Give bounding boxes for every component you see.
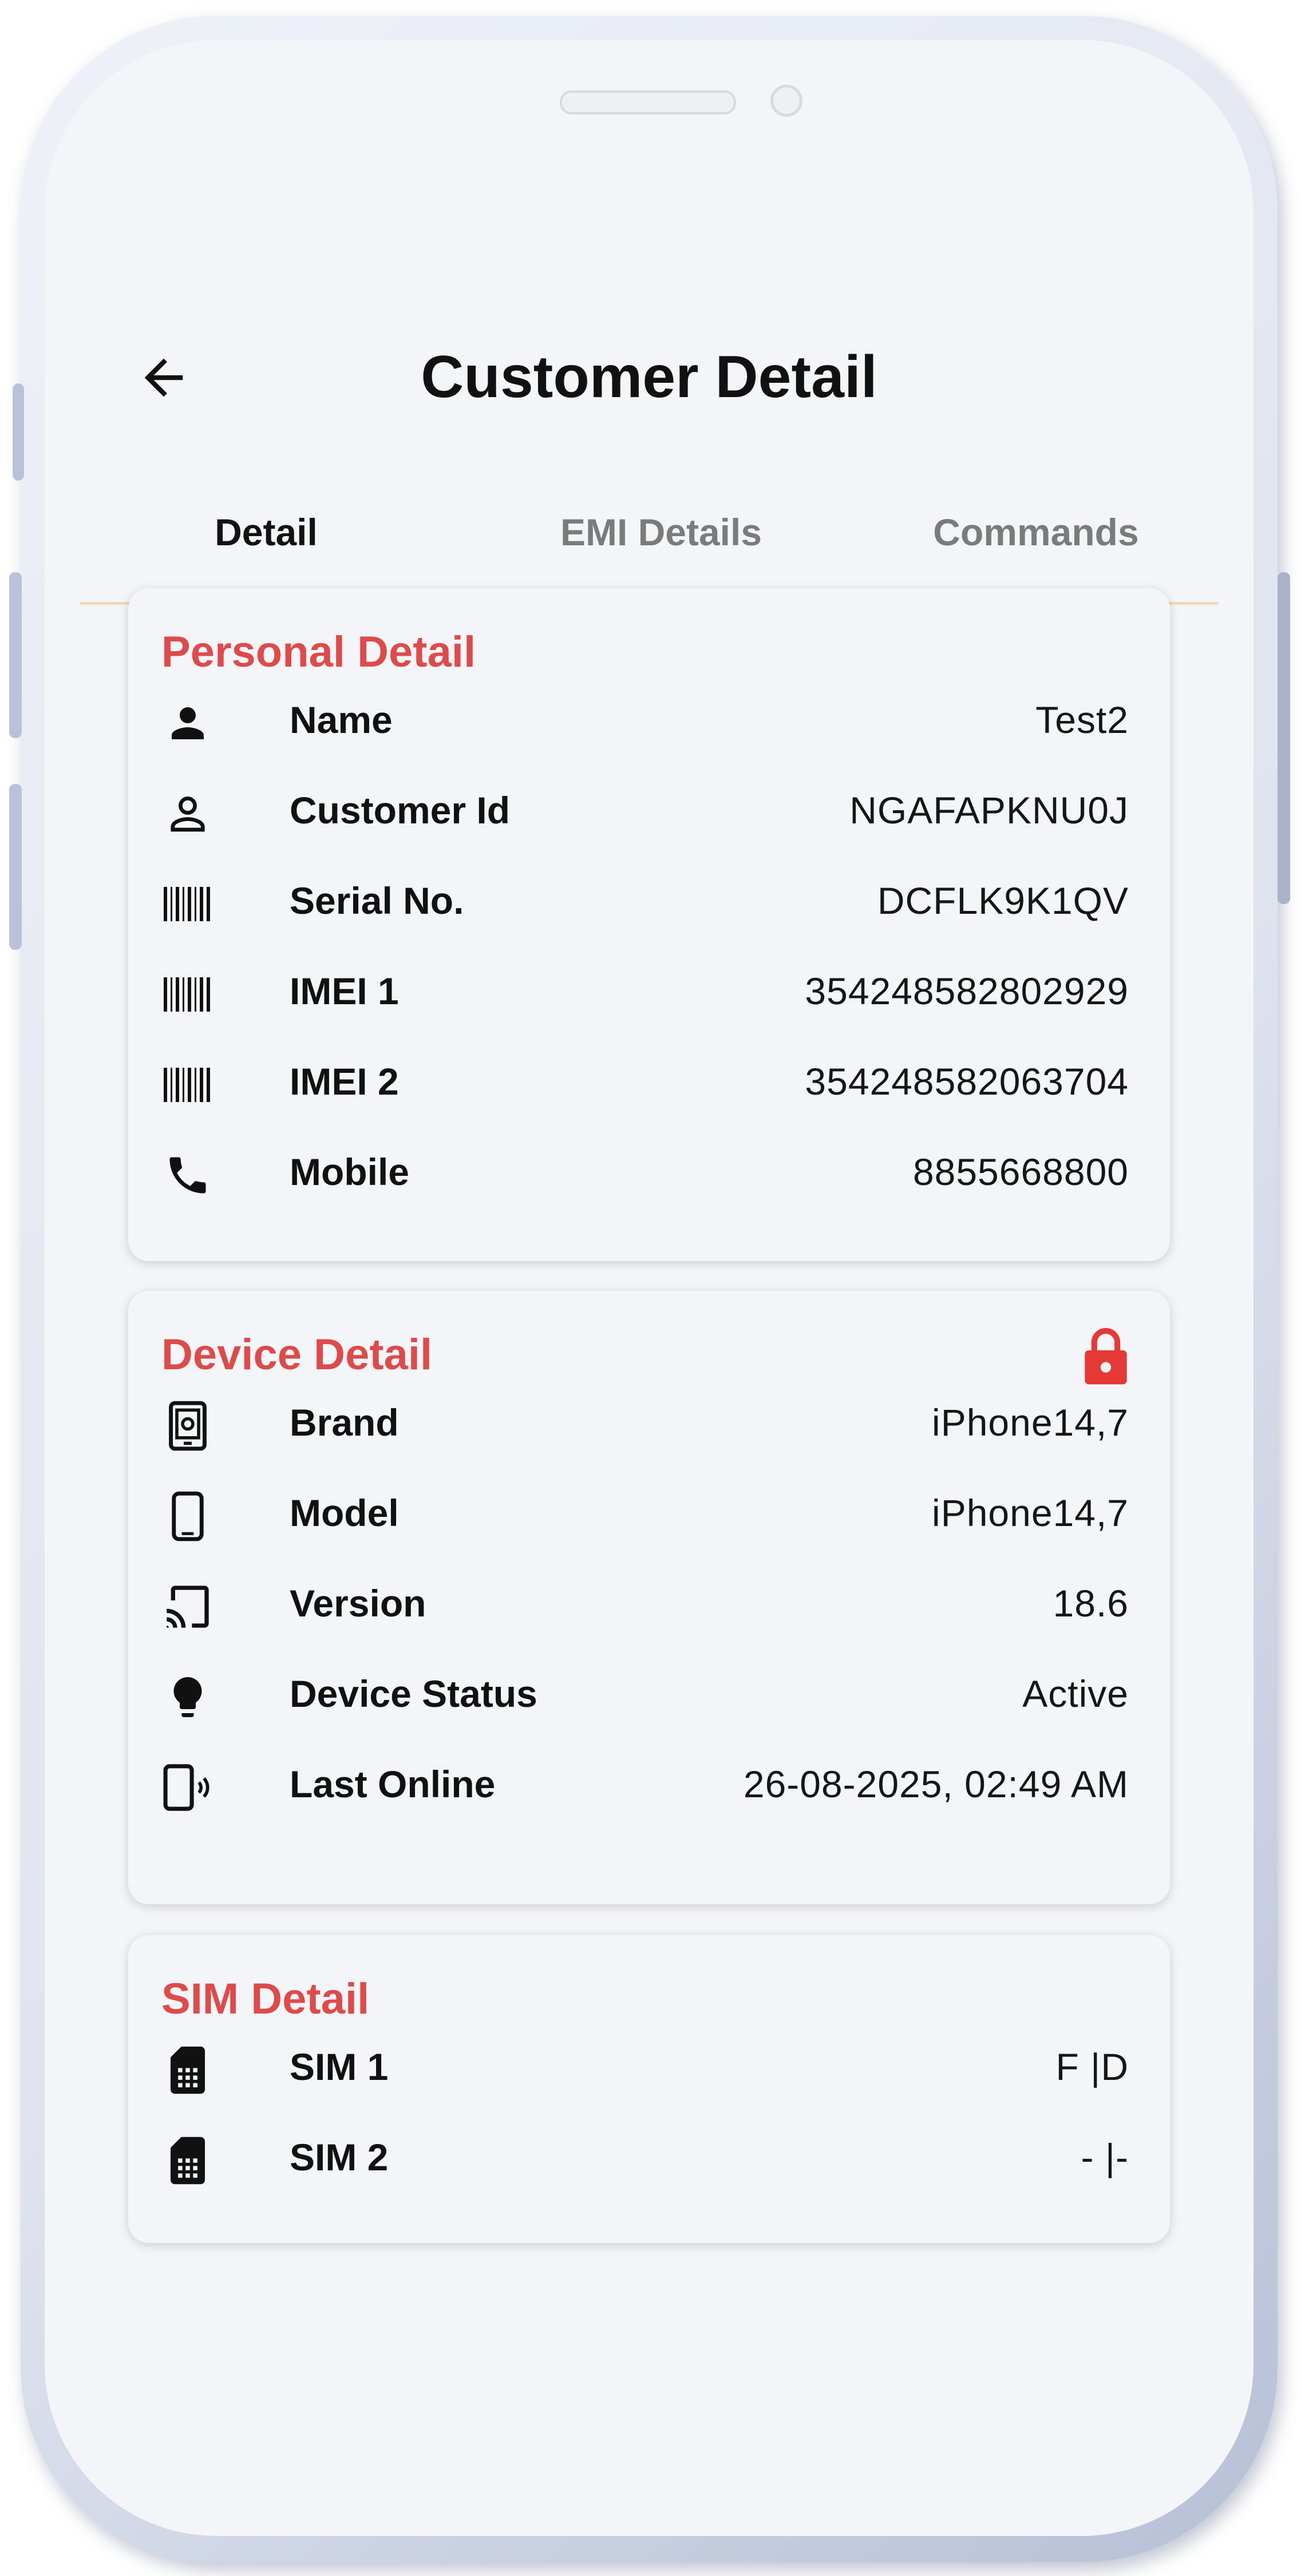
mute-switch xyxy=(13,383,24,481)
row-label: Mobile xyxy=(290,1151,409,1193)
card-title: SIM Detail xyxy=(161,1975,370,2023)
row-value: NGAFAPKNU0J xyxy=(849,789,1129,831)
barcode-icon xyxy=(164,977,210,1012)
row-label: Brand xyxy=(290,1401,399,1444)
screen: Customer Detail Detail EMI Details Comma… xyxy=(45,40,1253,2536)
row-value: 354248582802929 xyxy=(805,970,1129,1012)
row-value: iPhone14,7 xyxy=(932,1401,1129,1444)
volume-down-button xyxy=(9,784,22,950)
sim-card-icon xyxy=(171,2046,205,2094)
row-label: SIM 1 xyxy=(290,2046,389,2088)
volume-up-button xyxy=(9,572,22,738)
row-label: Last Online xyxy=(290,1763,496,1805)
row-value: iPhone14,7 xyxy=(932,1492,1129,1534)
device-brand-icon xyxy=(169,1401,207,1451)
detail-row-brand: Brand iPhone14,7 xyxy=(128,1382,1170,1463)
row-value: Test2 xyxy=(1035,699,1129,741)
row-label: Serial No. xyxy=(290,879,464,922)
detail-row-last-online: Last Online 26-08-2025, 02:49 AM xyxy=(128,1744,1170,1824)
row-label: IMEI 1 xyxy=(290,970,399,1012)
row-label: Customer Id xyxy=(290,789,511,831)
smartphone-icon xyxy=(172,1491,204,1541)
tab-emi-details[interactable]: EMI Details xyxy=(527,486,796,578)
row-value: Active xyxy=(1022,1673,1129,1715)
device-signal-icon xyxy=(163,1764,209,1811)
row-label: Device Status xyxy=(290,1673,537,1715)
row-value: F |D xyxy=(1055,2046,1129,2088)
detail-row-model: Model iPhone14,7 xyxy=(128,1473,1170,1553)
row-value: - |- xyxy=(1081,2136,1129,2178)
row-label: IMEI 2 xyxy=(290,1060,399,1103)
row-label: Version xyxy=(290,1582,426,1624)
sim-detail-card: SIM Detail SIM 1 F |D SIM 2 - |- xyxy=(128,1935,1170,2243)
cast-icon xyxy=(167,1586,209,1628)
detail-row-sim1: SIM 1 F |D xyxy=(128,2027,1170,2107)
front-camera xyxy=(770,85,802,117)
lightbulb-icon xyxy=(173,1677,202,1717)
row-label: SIM 2 xyxy=(290,2136,389,2178)
barcode-icon xyxy=(164,887,210,921)
detail-row-imei1: IMEI 1 354248582802929 xyxy=(128,951,1170,1031)
detail-row-customer-id: Customer Id NGAFAPKNU0J xyxy=(128,770,1170,850)
speaker xyxy=(560,90,736,114)
device-detail-card: Device Detail Brand iPhone14,7 Model iPh… xyxy=(128,1291,1170,1904)
detail-row-sim2: SIM 2 - |- xyxy=(128,2117,1170,2197)
detail-row-mobile: Mobile 8855668800 xyxy=(128,1132,1170,1212)
person-icon xyxy=(172,707,204,739)
tab-commands[interactable]: Commands xyxy=(893,486,1179,578)
detail-row-serial: Serial No. DCFLK9K1QV xyxy=(128,861,1170,941)
row-label: Model xyxy=(290,1492,399,1534)
row-value: 18.6 xyxy=(1053,1582,1129,1624)
row-value: 8855668800 xyxy=(912,1151,1129,1193)
app-header: Customer Detail xyxy=(45,309,1253,458)
phone-icon xyxy=(169,1157,206,1194)
row-value: 26-08-2025, 02:49 AM xyxy=(743,1763,1129,1805)
personal-detail-card: Personal Detail Name Test2 Customer Id N… xyxy=(128,588,1170,1261)
card-title: Personal Detail xyxy=(161,628,476,676)
detail-row-device-status: Device Status Active xyxy=(128,1654,1170,1734)
row-label: Name xyxy=(290,699,393,741)
card-title: Device Detail xyxy=(161,1330,433,1379)
barcode-icon xyxy=(164,1068,210,1102)
person-outline-icon xyxy=(171,796,205,832)
row-value: DCFLK9K1QV xyxy=(877,879,1129,922)
power-button xyxy=(1278,572,1290,904)
detail-row-name: Name Test2 xyxy=(128,680,1170,760)
detail-row-imei2: IMEI 2 354248582063704 xyxy=(128,1041,1170,1121)
row-value: 354248582063704 xyxy=(805,1060,1129,1103)
page-title: Customer Detail xyxy=(421,344,877,410)
tab-detail[interactable]: Detail xyxy=(172,486,361,578)
sim-card-icon xyxy=(171,2137,205,2185)
lock-icon[interactable] xyxy=(1079,1324,1132,1387)
detail-row-version: Version 18.6 xyxy=(128,1563,1170,1643)
